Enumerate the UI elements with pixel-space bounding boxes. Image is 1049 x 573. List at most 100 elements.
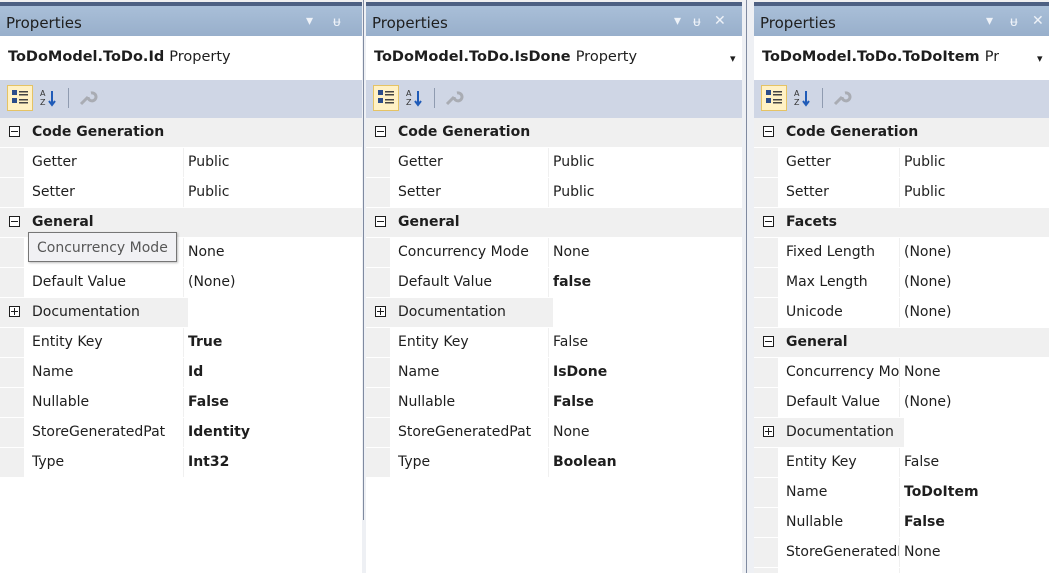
alphabetical-button[interactable]: AZ [790,85,816,111]
category-row[interactable]: Code Generation [754,118,1049,148]
property-value[interactable]: (None) [904,394,951,410]
pin-icon[interactable]: ᵾ [1010,13,1018,30]
property-row[interactable]: Entity Key False [366,328,742,358]
property-value[interactable]: False [188,394,229,410]
property-value[interactable]: Public [904,154,945,170]
categorized-button[interactable] [373,85,399,111]
property-value[interactable]: False [553,334,588,350]
close-icon[interactable]: ✕ [714,13,726,29]
property-row[interactable]: Default Value false [366,268,742,298]
property-row[interactable]: Type Boolean [366,448,742,478]
collapsed-property-row[interactable]: Documentation [754,418,1049,448]
collapse-icon[interactable] [763,336,774,347]
property-value[interactable]: None [553,244,590,260]
property-value[interactable]: None [904,544,941,560]
property-value[interactable]: Identity [188,424,250,440]
property-row[interactable]: Fixed Length (None) [754,238,1049,268]
property-value[interactable]: (None) [904,304,951,320]
collapsed-property-row[interactable]: Documentation [366,298,742,328]
property-pages-button[interactable] [440,85,466,111]
property-row[interactable]: Default Value (None) [754,388,1049,418]
collapse-icon[interactable] [375,126,386,137]
alphabetical-button[interactable]: AZ [36,85,62,111]
property-row[interactable]: StoreGeneratedPattern None [754,538,1049,568]
property-row[interactable]: Entity Key False [754,448,1049,478]
property-row[interactable]: Setter Public [754,178,1049,208]
property-row[interactable]: Name ToDoItem [754,478,1049,508]
property-row[interactable]: Setter Public [366,178,742,208]
expand-icon[interactable] [375,306,386,317]
property-value[interactable]: (None) [188,274,235,290]
property-value[interactable]: Public [188,154,229,170]
collapse-icon[interactable] [9,126,20,137]
property-value[interactable]: True [188,334,222,350]
property-value[interactable]: IsDone [553,364,607,380]
collapse-icon[interactable] [9,216,20,227]
panel-tab[interactable]: Properties ▾ ᵾ ✕ [366,6,742,36]
window-position-dropdown-icon[interactable]: ▾ [674,13,681,29]
property-value[interactable]: false [553,274,591,290]
category-row[interactable]: Code Generation [366,118,742,148]
panel-tab[interactable]: Properties ▾ ᵾ [0,6,362,36]
property-row[interactable]: Type Int32 [0,448,362,478]
property-row[interactable]: Nullable False [0,388,362,418]
property-value[interactable]: Public [553,154,594,170]
panel-tab[interactable]: Properties ▾ ᵾ ✕ [754,6,1049,36]
property-row[interactable]: Concurrency Mode None [366,238,742,268]
property-row[interactable]: Unicode (None) [754,298,1049,328]
property-value[interactable]: Id [188,364,203,380]
property-row[interactable]: Getter Public [366,148,742,178]
property-value[interactable]: False [553,394,594,410]
property-row[interactable]: StoreGeneratedPat None [366,418,742,448]
categorized-button[interactable] [7,85,33,111]
collapse-icon[interactable] [763,216,774,227]
property-pages-button[interactable] [828,85,854,111]
property-row[interactable]: Getter Public [0,148,362,178]
object-selector[interactable]: ToDoModel.ToDo.Id Property [0,36,362,80]
property-value[interactable]: (None) [904,274,951,290]
chevron-down-icon[interactable]: ▾ [730,52,736,65]
categorized-button[interactable] [761,85,787,111]
property-value[interactable]: None [904,364,941,380]
property-row[interactable]: Nullable False [366,388,742,418]
property-row[interactable]: Name Id [0,358,362,388]
pin-icon[interactable]: ᵾ [693,13,701,30]
category-row[interactable]: General [366,208,742,238]
property-value[interactable]: None [188,244,225,260]
property-row[interactable]: Concurrency Mode None [754,358,1049,388]
window-position-dropdown-icon[interactable]: ▾ [986,13,993,29]
category-row[interactable]: Code Generation [0,118,362,148]
property-row[interactable]: Getter Public [754,148,1049,178]
expand-icon[interactable] [763,426,774,437]
property-row[interactable]: StoreGeneratedPat Identity [0,418,362,448]
window-position-dropdown-icon[interactable]: ▾ [306,13,313,29]
panel-divider[interactable] [742,0,754,573]
alphabetical-button[interactable]: AZ [402,85,428,111]
expand-icon[interactable] [9,306,20,317]
collapsed-property-row[interactable]: Documentation [0,298,362,328]
collapse-icon[interactable] [375,216,386,227]
property-row[interactable]: Nullable False [754,508,1049,538]
property-row[interactable]: Max Length (None) [754,268,1049,298]
property-value[interactable]: Boolean [553,454,617,470]
object-selector[interactable]: ToDoModel.ToDo.IsDone Property ▾ [366,36,742,80]
property-row[interactable]: TypeString [754,568,1049,573]
property-value[interactable]: False [904,454,939,470]
property-value[interactable]: False [904,514,945,530]
property-pages-button[interactable] [74,85,100,111]
property-row[interactable]: Default Value (None) [0,268,362,298]
property-row[interactable]: Name IsDone [366,358,742,388]
object-selector[interactable]: ToDoModel.ToDo.ToDoItem Pr ▾ [754,36,1049,80]
close-icon[interactable]: ✕ [1032,13,1044,29]
property-value[interactable]: (None) [904,244,951,260]
property-row[interactable]: Entity Key True [0,328,362,358]
chevron-down-icon[interactable]: ▾ [1037,52,1043,65]
property-value[interactable]: Public [553,184,594,200]
property-value[interactable]: ToDoItem [904,484,979,500]
property-value[interactable]: Public [904,184,945,200]
property-value[interactable]: Public [188,184,229,200]
pin-icon[interactable]: ᵾ [333,13,341,30]
category-row[interactable]: Facets [754,208,1049,238]
property-row[interactable]: Setter Public [0,178,362,208]
collapse-icon[interactable] [763,126,774,137]
